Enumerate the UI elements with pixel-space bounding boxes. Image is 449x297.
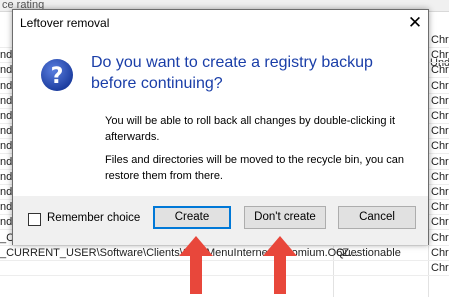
table-cell: Chr	[431, 186, 449, 198]
table-cell: nd	[0, 186, 13, 198]
svg-text:?: ?	[51, 64, 64, 89]
table-cell: Chr	[431, 79, 449, 92]
dont-create-button[interactable]: Don't create	[244, 206, 326, 229]
dialog-footer: Remember choice Create Don't create Canc…	[13, 196, 428, 245]
table-cell: nd	[0, 155, 13, 168]
table-cell: Chr	[431, 231, 449, 244]
table-cell: nd	[0, 79, 13, 92]
dialog-heading: Do you want to create a registry backup …	[91, 54, 373, 92]
table-cell: nd	[0, 170, 13, 183]
table-row[interactable]: _CURRENT_USER\Software\Clients\StartMenu…	[0, 245, 449, 261]
table-cell: Questionable	[336, 246, 401, 259]
table-cell: Chr	[431, 110, 449, 122]
question-icon: ?	[41, 59, 73, 91]
table-cell: nd	[0, 49, 13, 62]
table-cell: Chr	[431, 34, 449, 46]
dialog-titlebar: Leftover removal ✕	[13, 10, 428, 36]
dialog-title: Leftover removal	[20, 16, 110, 30]
create-button[interactable]: Create	[153, 206, 231, 229]
table-cell: nd	[0, 64, 13, 77]
red-arrow-up-icon	[179, 236, 213, 294]
dialog-paragraph-rollback: You will be able to roll back all change…	[105, 115, 396, 143]
table-cell: Chr	[431, 125, 449, 138]
table-cell: nd	[0, 125, 13, 138]
table-cell: Chr	[431, 49, 449, 62]
table-cell: nd	[0, 140, 13, 153]
table-cell: Chr	[431, 64, 449, 77]
table-cell: Chr	[431, 246, 449, 259]
red-arrow-up-icon	[263, 236, 297, 294]
checkbox-label[interactable]: Remember choice	[47, 212, 140, 224]
cancel-button[interactable]: Cancel	[338, 206, 416, 229]
table-cell: Chr	[431, 216, 449, 229]
table-cell: nd	[0, 201, 13, 214]
table-cell: Chr	[431, 94, 449, 107]
table-cell: nd	[0, 110, 13, 122]
table-row[interactable]: Chr	[0, 260, 449, 276]
dialog-paragraph-recycle: Files and directories will be moved to t…	[105, 154, 404, 182]
table-cell: Chr	[431, 155, 449, 168]
leftover-removal-dialog: Leftover removal ✕ ? Do you want to crea…	[12, 9, 429, 245]
close-icon[interactable]: ✕	[405, 13, 425, 33]
table-cell: Chr	[431, 170, 449, 183]
table-cell: Chr	[431, 262, 449, 274]
table-cell: nd	[0, 94, 13, 107]
table-cell: Chr	[431, 201, 449, 214]
checkbox-box[interactable]	[28, 213, 41, 226]
table-cell: Chr	[431, 140, 449, 153]
table-cell: nd	[0, 216, 13, 229]
